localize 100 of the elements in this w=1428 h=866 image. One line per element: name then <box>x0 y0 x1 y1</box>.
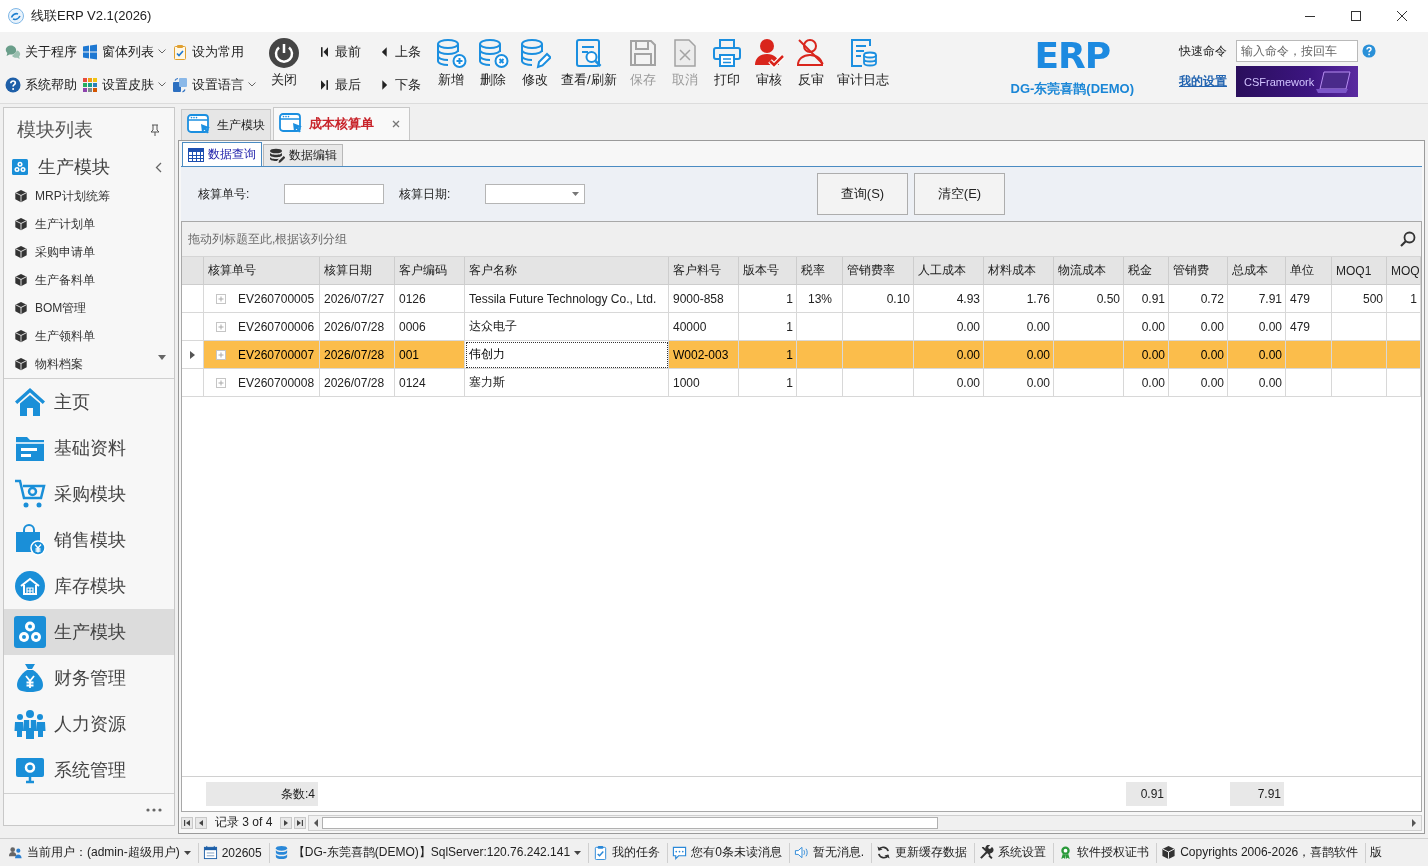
toolbar-button[interactable]: 修改 <box>514 32 556 103</box>
column-header[interactable]: 单位 <box>1286 257 1332 285</box>
status-item[interactable]: Copyrights 2006-2026，喜鹊软件 <box>1157 842 1367 863</box>
triangle-left-icon[interactable] <box>195 816 207 829</box>
toolbar-button[interactable]: 查看/刷新 <box>556 32 622 103</box>
column-header[interactable]: 税率 <box>797 257 843 285</box>
pin-icon[interactable] <box>150 124 160 136</box>
toolbar-button[interactable]: 系统帮助 <box>5 75 77 94</box>
close-icon[interactable] <box>1397 11 1407 21</box>
status-item[interactable]: 【DG-东莞喜鹊(DEMO)】SqlServer:120.76.242.141 <box>269 842 590 863</box>
column-header[interactable]: 核算单号 <box>204 257 320 285</box>
tab[interactable]: 成本核算单 <box>273 107 410 140</box>
toolbar-button[interactable]: 上条 <box>377 42 425 61</box>
status-item[interactable]: 系统设置 <box>975 842 1055 863</box>
toolbar-button[interactable]: 审计日志 <box>831 32 894 103</box>
table-row[interactable]: EV260700008 2026/07/28 0124 塞力斯 1000 1 0.00 0.00 0.00 0.00 0.00 <box>182 369 1421 397</box>
nav-item[interactable]: 人力资源 <box>4 701 174 747</box>
column-header[interactable]: 客户编码 <box>395 257 465 285</box>
skip-forward-icon[interactable] <box>294 816 307 829</box>
nav-item[interactable]: 生产模块 <box>4 609 174 655</box>
column-header[interactable]: 总成本 <box>1228 257 1286 285</box>
toolbar-button[interactable]: 设置皮肤 <box>82 75 166 94</box>
skip-back-icon[interactable] <box>181 816 193 829</box>
settings-link[interactable]: 我的设置 <box>1179 73 1236 90</box>
toolbar-button[interactable]: 删除 <box>472 32 514 103</box>
column-header[interactable]: 人工成本 <box>914 257 984 285</box>
chat-bubbles-icon <box>5 43 21 60</box>
column-header[interactable]: 材料成本 <box>984 257 1054 285</box>
column-header[interactable]: MOQ1 <box>1332 257 1387 285</box>
menu-item[interactable]: 采购申请单 <box>4 238 174 266</box>
column-header[interactable]: 管销费 <box>1169 257 1228 285</box>
text-input[interactable] <box>284 184 384 204</box>
nav-item[interactable]: 销售模块 <box>4 517 174 563</box>
table-row[interactable]: EV260700005 2026/07/27 0126 Tessila Future Technology Co., Ltd. 9000-858 1 13% 0.10 4.93 1.76 0.50 0.91 0.72 7.91 479 500 1 <box>182 285 1421 313</box>
house-circle-icon <box>14 570 46 602</box>
group-header[interactable]: 生产模块 <box>4 152 174 182</box>
column-header[interactable]: 核算日期 <box>320 257 395 285</box>
toolbar-button[interactable]: 下条 <box>377 75 425 94</box>
tab[interactable]: 数据查询 <box>182 142 262 166</box>
triangle-right-icon[interactable] <box>280 816 293 829</box>
tab[interactable]: 数据编辑 <box>263 144 343 166</box>
status-item[interactable]: 版 <box>1366 842 1390 863</box>
close-button[interactable]: 关闭 <box>263 32 305 103</box>
toolbar-button[interactable]: 关于程序 <box>5 42 77 61</box>
more-icon[interactable] <box>146 807 162 812</box>
toolbar-button[interactable]: 新增 <box>430 32 472 103</box>
tab[interactable]: 生产模块 <box>181 109 271 140</box>
menu-item[interactable]: MRP计划统筹 <box>4 182 174 210</box>
search-icon[interactable] <box>1400 231 1416 247</box>
company-name: DG-东莞喜鹊(DEMO) <box>1010 81 1134 97</box>
toolbar-button[interactable]: 最前 <box>317 42 365 61</box>
nav-item[interactable]: 基础资料 <box>4 425 174 471</box>
search-button[interactable]: 查询(S) <box>817 173 908 215</box>
table-cell: 0.00 <box>1228 369 1286 397</box>
triangle-right-icon <box>381 79 388 90</box>
help-icon[interactable] <box>1362 44 1376 58</box>
column-header[interactable]: 客户料号 <box>669 257 739 285</box>
menu-item[interactable]: 物料档案 <box>4 350 174 378</box>
status-item[interactable]: 更新缓存数据 <box>872 842 976 863</box>
toolbar-button[interactable]: 最后 <box>317 75 365 94</box>
status-item[interactable]: 软件授权证书 <box>1054 842 1158 863</box>
toolbar-button[interactable]: 审核 <box>747 32 790 103</box>
status-item[interactable]: 您有0条未读消息 <box>668 842 790 863</box>
table-row[interactable]: EV260700006 2026/07/28 0006 达众电子 40000 1 0.00 0.00 0.00 0.00 0.00 479 <box>182 313 1421 341</box>
scroll-down-icon[interactable] <box>158 355 166 360</box>
database-plus-icon <box>435 37 467 69</box>
status-item[interactable]: 我的任务 <box>589 842 669 863</box>
table-row[interactable]: EV260700007 2026/07/28 001 伟创力 W002-003 1 0.00 0.00 0.00 0.00 0.00 <box>182 341 1421 369</box>
column-header[interactable]: 管销费率 <box>843 257 914 285</box>
menu-item[interactable]: 生产领料单 <box>4 322 174 350</box>
column-header[interactable]: MOQ <box>1387 257 1421 285</box>
column-header[interactable]: 版本号 <box>739 257 797 285</box>
column-header[interactable]: 物流成本 <box>1054 257 1124 285</box>
nav-item[interactable]: 财务管理 <box>4 655 174 701</box>
toolbar-button[interactable]: 设为常用 <box>172 42 244 61</box>
toolbar-button[interactable]: 打印 <box>705 32 748 103</box>
column-header[interactable]: 客户名称 <box>465 257 669 285</box>
status-item[interactable]: 202605 <box>198 842 270 863</box>
nav-item[interactable]: 库存模块 <box>4 563 174 609</box>
nav-item[interactable]: 采购模块 <box>4 471 174 517</box>
nav-item[interactable]: 主页 <box>4 379 174 425</box>
maximize-icon[interactable] <box>1351 11 1361 21</box>
command-input[interactable]: 输入命令，按回车 <box>1236 40 1358 62</box>
nav-item[interactable]: 系统管理 <box>4 747 174 793</box>
status-item[interactable]: 当前用户：(admin-超级用户) <box>4 842 199 863</box>
status-item[interactable]: 暂无消息. <box>789 842 873 863</box>
menu-item[interactable]: 生产备料单 <box>4 266 174 294</box>
toolbar-button[interactable]: 窗体列表 <box>82 42 166 61</box>
toolbar-button[interactable]: 设置语言 <box>172 75 256 94</box>
arrow-right-icon[interactable] <box>1412 818 1417 827</box>
menu-item[interactable]: 生产计划单 <box>4 210 174 238</box>
scrollbar-thumb[interactable] <box>322 816 939 829</box>
clear-button[interactable]: 清空(E) <box>914 173 1005 215</box>
column-header[interactable]: 税金 <box>1124 257 1169 285</box>
arrow-left-icon[interactable] <box>313 818 319 827</box>
horizontal-scrollbar[interactable] <box>308 814 1422 831</box>
summary-cell: 条数:4 <box>206 782 318 806</box>
toolbar-button[interactable]: 反审 <box>789 32 832 103</box>
menu-item[interactable]: BOM管理 <box>4 294 174 322</box>
caret-down-icon <box>572 192 579 196</box>
